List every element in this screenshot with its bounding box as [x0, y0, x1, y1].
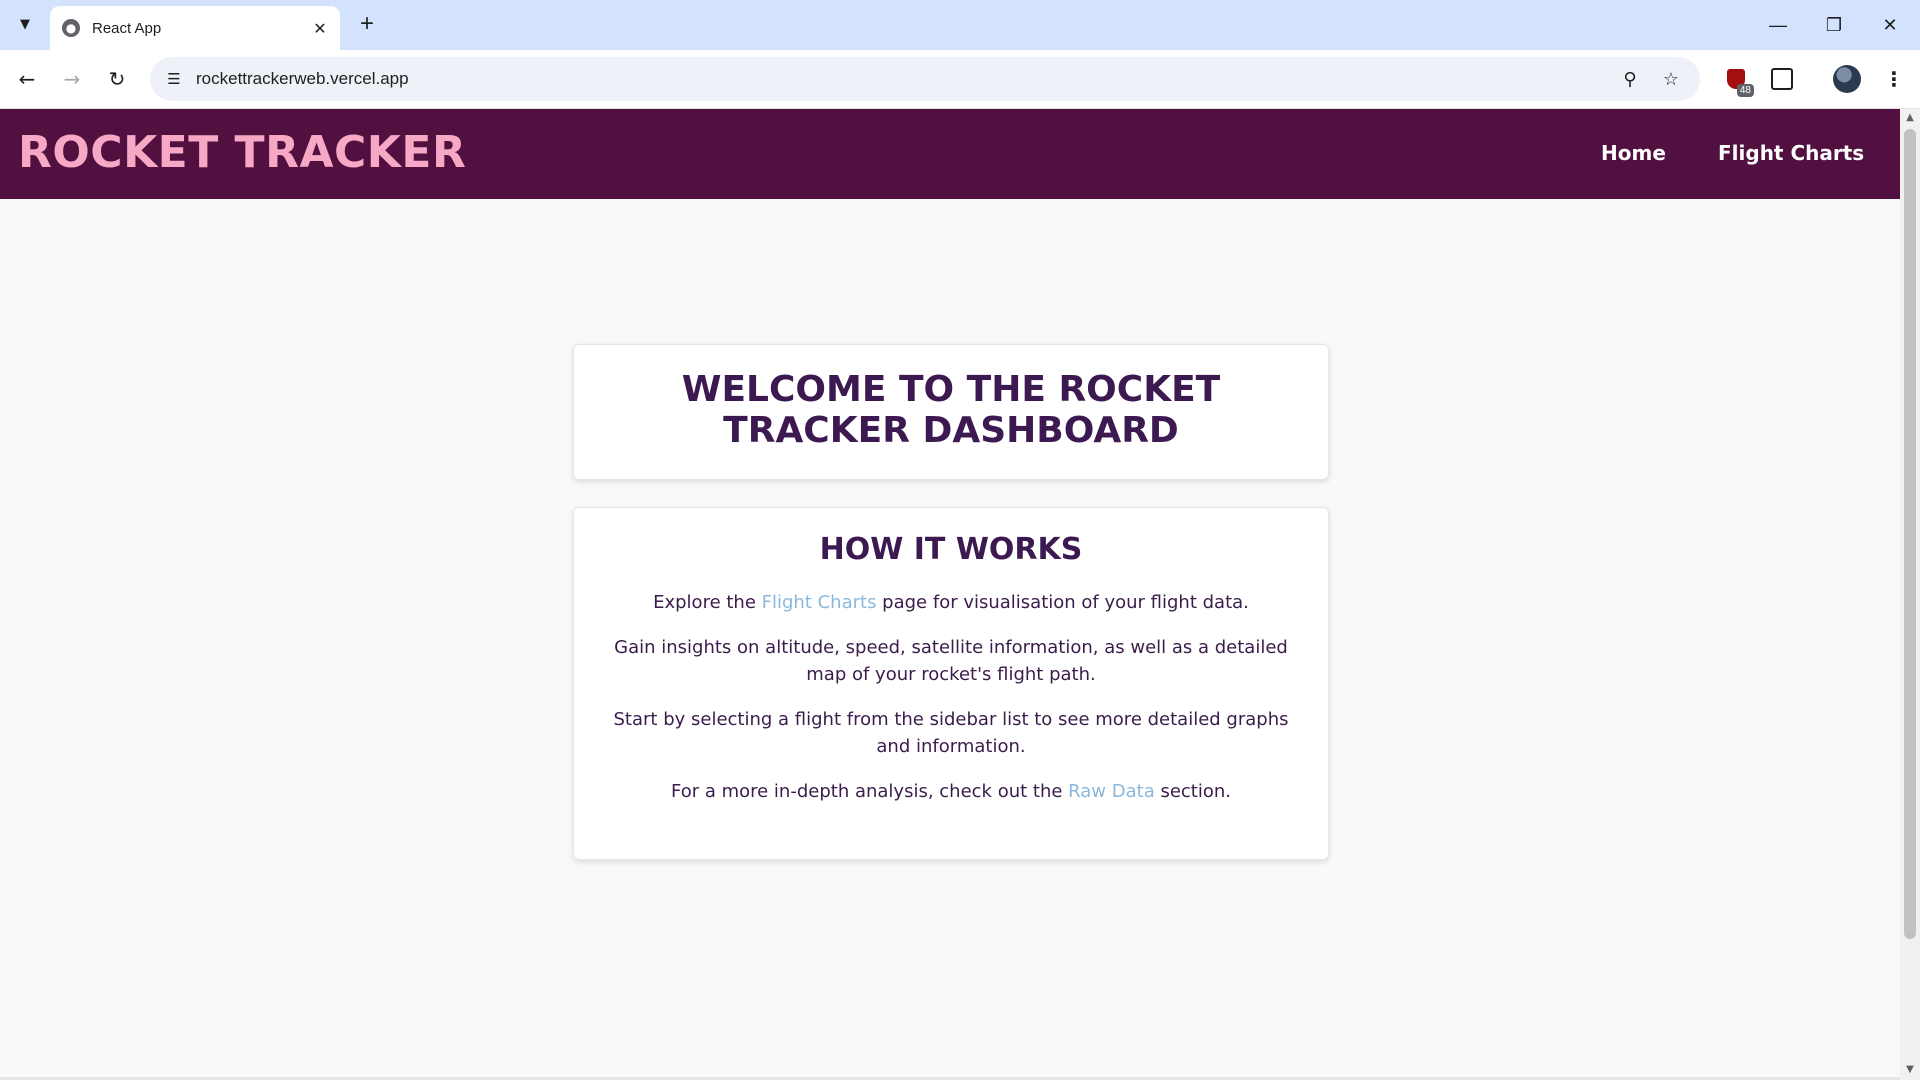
insights-paragraph: Gain insights on altitude, speed, satell…: [614, 637, 1288, 685]
more-icon[interactable]: ⋮: [1878, 63, 1910, 95]
tab-title: React App: [92, 19, 162, 37]
intro-text-start: Explore the: [653, 592, 762, 613]
how-it-works-heading: HOW IT WORKS: [819, 532, 1083, 567]
reload-icon[interactable]: ↻: [101, 63, 133, 95]
page-viewport: ROCKET TRACKER Home Flight Charts WELCOM…: [0, 109, 1900, 1080]
minimize-icon[interactable]: —: [1750, 0, 1806, 50]
zoom-icon[interactable]: ⚲: [1618, 67, 1642, 91]
welcome-card: WELCOME TO THE ROCKET TRACKER DASHBOARD: [573, 344, 1329, 480]
brand-logo[interactable]: ROCKET TRACKER: [18, 127, 466, 178]
browser-tab-strip: ▼ ● React App ✕ + — ❐ ✕: [0, 0, 1920, 50]
start-paragraph: Start by selecting a flight from the sid…: [613, 709, 1289, 757]
scroll-thumb[interactable]: [1904, 129, 1916, 939]
address-bar[interactable]: ☰ rockettrackerweb.vercel.app ⚲ ☆: [150, 57, 1700, 101]
window-close-icon[interactable]: ✕: [1862, 0, 1918, 50]
raw-data-text-end: section.: [1154, 781, 1232, 802]
browser-toolbar: ← → ↻ ☰ rockettrackerweb.vercel.app ⚲ ☆ …: [0, 50, 1920, 109]
shield-extension-icon[interactable]: 48: [1720, 63, 1754, 97]
puzzle-icon[interactable]: [1766, 63, 1798, 95]
forward-icon[interactable]: →: [56, 63, 88, 95]
avatar[interactable]: [1831, 63, 1863, 95]
welcome-heading: WELCOME TO THE ROCKET TRACKER DASHBOARD: [681, 369, 1221, 451]
browser-tab[interactable]: ● React App ✕: [50, 6, 340, 50]
star-icon[interactable]: ☆: [1659, 67, 1683, 91]
raw-data-text-start: For a more in-depth analysis, check out …: [670, 781, 1069, 802]
close-icon[interactable]: ✕: [310, 18, 330, 38]
site-info-icon[interactable]: ☰: [162, 67, 186, 91]
extension-badge: 48: [1736, 84, 1754, 97]
flight-charts-link[interactable]: Flight Charts: [762, 592, 877, 613]
restore-icon[interactable]: ❐: [1806, 0, 1862, 50]
app-header: ROCKET TRACKER Home Flight Charts: [0, 109, 1900, 199]
how-it-works-card: HOW IT WORKS Explore the Flight Charts p…: [573, 507, 1329, 860]
back-icon[interactable]: ←: [11, 63, 43, 95]
plus-icon[interactable]: +: [353, 10, 381, 38]
intro-text-end: page for visualisation of your flight da…: [876, 592, 1249, 613]
scroll-up-icon[interactable]: ▲: [1904, 112, 1916, 124]
vertical-scrollbar[interactable]: ▲ ▼: [1900, 109, 1920, 1080]
globe-icon: ●: [62, 19, 80, 37]
tab-search-icon[interactable]: ▼: [10, 9, 40, 39]
intro-paragraph: Explore the Flight Charts page for visua…: [596, 589, 1306, 616]
raw-data-paragraph: For a more in-depth analysis, check out …: [596, 778, 1306, 805]
scroll-down-icon[interactable]: ▼: [1904, 1064, 1916, 1076]
url-text[interactable]: rockettrackerweb.vercel.app: [196, 69, 409, 89]
nav-home[interactable]: Home: [1601, 141, 1666, 165]
raw-data-link[interactable]: Raw Data: [1068, 781, 1155, 802]
nav-flight-charts[interactable]: Flight Charts: [1718, 141, 1864, 165]
